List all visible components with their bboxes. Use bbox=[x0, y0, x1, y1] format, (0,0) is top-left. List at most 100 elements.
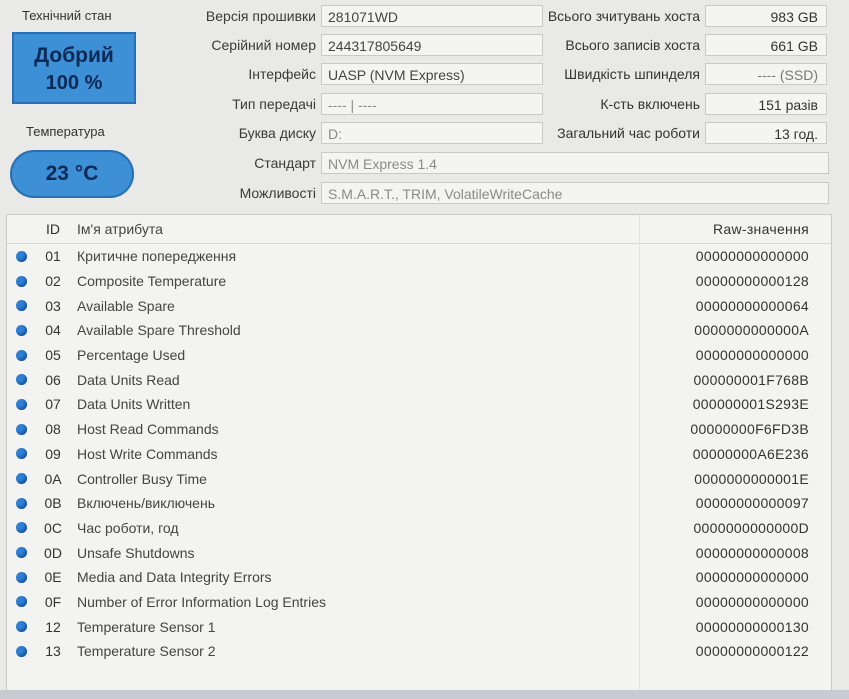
attribute-id: 05 bbox=[45, 347, 61, 364]
tech-state-label: Технічний стан bbox=[22, 8, 112, 23]
attribute-raw-value: 00000000000008 bbox=[695, 544, 809, 561]
attribute-name: Temperature Sensor 2 bbox=[77, 643, 216, 660]
transfer-mode-label: Тип передачі bbox=[232, 96, 316, 112]
table-row[interactable]: 0B Включень/виключень 00000000000097 bbox=[7, 491, 831, 516]
spindle-speed-value: ---- (SSD) bbox=[705, 63, 827, 85]
power-on-hours-value: 13 год. bbox=[705, 122, 827, 144]
power-on-hours-label: Загальний час роботи bbox=[557, 125, 700, 141]
column-header-raw[interactable]: Raw-значення bbox=[637, 221, 831, 237]
status-dot-icon bbox=[15, 349, 27, 361]
attribute-raw-value: 0000000000000A bbox=[694, 322, 809, 339]
table-row[interactable]: 06 Data Units Read 000000001F768B bbox=[7, 367, 831, 392]
table-row[interactable]: 0D Unsafe Shutdowns 00000000000008 bbox=[7, 540, 831, 565]
attribute-raw-value: 0000000000001E bbox=[694, 470, 809, 487]
attribute-name: Temperature Sensor 1 bbox=[77, 618, 216, 635]
status-dot-icon bbox=[15, 250, 27, 262]
attribute-id: 08 bbox=[45, 421, 61, 438]
table-row[interactable]: 12 Temperature Sensor 1 00000000000130 bbox=[7, 614, 831, 639]
attribute-raw-value: 000000001S293E bbox=[692, 396, 809, 413]
smart-attributes-table[interactable]: ID Ім'я атрибута Raw-значення 01 Критичне… bbox=[6, 214, 832, 694]
status-dot-icon bbox=[15, 497, 27, 509]
features-label: Можливості bbox=[239, 185, 316, 201]
standard-label: Стандарт bbox=[254, 155, 316, 171]
attribute-name: Критичне попередження bbox=[77, 248, 237, 265]
table-row[interactable]: 01 Критичне попередження 00000000000000 bbox=[7, 244, 831, 269]
temperature-label: Температура bbox=[26, 124, 105, 139]
column-header-id[interactable]: ID bbox=[35, 221, 71, 237]
attribute-raw-value: 00000000000097 bbox=[695, 495, 809, 512]
table-row[interactable]: 07 Data Units Written 000000001S293E bbox=[7, 392, 831, 417]
status-dot-icon bbox=[15, 621, 27, 633]
features-value: S.M.A.R.T., TRIM, VolatileWriteCache bbox=[321, 182, 829, 204]
attribute-id: 0B bbox=[44, 495, 62, 512]
attribute-id: 0C bbox=[44, 519, 62, 536]
status-dot-icon bbox=[15, 645, 27, 657]
attribute-name: Number of Error Information Log Entries bbox=[77, 593, 326, 610]
attribute-id: 0D bbox=[44, 544, 62, 561]
attribute-id: 0F bbox=[44, 593, 62, 610]
table-row[interactable]: 0C Час роботи, год 0000000000000D bbox=[7, 516, 831, 541]
attribute-raw-value: 00000000000000 bbox=[695, 569, 809, 586]
status-dot-icon bbox=[15, 596, 27, 608]
attribute-raw-value: 00000000000128 bbox=[695, 273, 809, 290]
status-dot-icon bbox=[15, 398, 27, 410]
health-percent-text: 100 % bbox=[45, 72, 103, 94]
attribute-name: Data Units Written bbox=[77, 396, 191, 413]
attribute-raw-value: 0000000000000D bbox=[693, 519, 809, 536]
attribute-name: Controller Busy Time bbox=[77, 470, 207, 487]
attribute-id: 13 bbox=[45, 643, 61, 660]
attribute-raw-value: 00000000000064 bbox=[695, 297, 809, 314]
table-row[interactable]: 0A Controller Busy Time 0000000000001E bbox=[7, 466, 831, 491]
firmware-value: 281071WD bbox=[321, 5, 543, 27]
table-row[interactable]: 0E Media and Data Integrity Errors 0000000… bbox=[7, 565, 831, 590]
attribute-id: 04 bbox=[45, 322, 61, 339]
table-row[interactable]: 05 Percentage Used 00000000000000 bbox=[7, 343, 831, 368]
status-dot-icon bbox=[15, 300, 27, 312]
drive-letter-value: D: bbox=[321, 122, 543, 144]
table-row[interactable]: 08 Host Read Commands 00000000F6FD3B bbox=[7, 417, 831, 442]
attribute-name: Host Read Commands bbox=[77, 421, 219, 438]
table-row[interactable]: 03 Available Spare 00000000000064 bbox=[7, 293, 831, 318]
table-row[interactable]: 13 Temperature Sensor 2 00000000000122 bbox=[7, 639, 831, 664]
attribute-id: 0E bbox=[44, 569, 62, 586]
table-row[interactable]: 04 Available Spare Threshold 0000000000000… bbox=[7, 318, 831, 343]
status-dot-icon bbox=[15, 275, 27, 287]
status-dot-icon bbox=[15, 547, 27, 559]
serial-label: Серійний номер bbox=[211, 37, 316, 53]
table-row[interactable]: 0F Number of Error Information Log Entrie… bbox=[7, 590, 831, 615]
status-dot-icon bbox=[15, 374, 27, 386]
attribute-name: Host Write Commands bbox=[77, 445, 218, 462]
attribute-name: Percentage Used bbox=[77, 347, 186, 364]
interface-value: UASP (NVM Express) bbox=[321, 63, 543, 85]
attribute-id: 02 bbox=[45, 273, 61, 290]
drive-letter-label: Буква диску bbox=[238, 125, 316, 141]
column-header-name[interactable]: Ім'я атрибута bbox=[71, 221, 637, 237]
attribute-id: 01 bbox=[45, 248, 61, 265]
table-body: 01 Критичне попередження 00000000000000 02 C… bbox=[7, 244, 831, 664]
host-reads-value: 983 GB bbox=[705, 5, 827, 27]
attribute-id: 12 bbox=[45, 618, 61, 635]
attribute-name: Composite Temperature bbox=[77, 273, 227, 290]
attribute-id: 03 bbox=[45, 297, 61, 314]
attribute-raw-value: 00000000000000 bbox=[695, 593, 809, 610]
attribute-id: 06 bbox=[45, 371, 61, 388]
spindle-speed-label: Швидкість шпинделя bbox=[564, 66, 700, 82]
table-row[interactable]: 02 Composite Temperature 00000000000128 bbox=[7, 269, 831, 294]
attribute-raw-value: 00000000F6FD3B bbox=[690, 421, 809, 438]
status-dot-icon bbox=[15, 473, 27, 485]
attribute-name: Час роботи, год bbox=[77, 519, 179, 536]
host-writes-value: 661 GB bbox=[705, 34, 827, 56]
attribute-raw-value: 00000000000122 bbox=[695, 643, 809, 660]
table-row[interactable]: 09 Host Write Commands 00000000A6E236 bbox=[7, 442, 831, 467]
transfer-mode-value: ---- | ---- bbox=[321, 93, 543, 115]
temperature-badge: 23 °C bbox=[10, 150, 134, 198]
status-dot-icon bbox=[15, 571, 27, 583]
standard-value: NVM Express 1.4 bbox=[321, 152, 829, 174]
status-dot-icon bbox=[15, 448, 27, 460]
health-status-text: Добрий bbox=[34, 44, 114, 67]
serial-value: 244317805649 bbox=[321, 34, 543, 56]
attribute-raw-value: 00000000000000 bbox=[695, 347, 809, 364]
status-dot-icon bbox=[15, 522, 27, 534]
power-on-count-label: К-сть включень bbox=[600, 96, 700, 112]
attribute-name: Включень/виключень bbox=[77, 495, 215, 512]
